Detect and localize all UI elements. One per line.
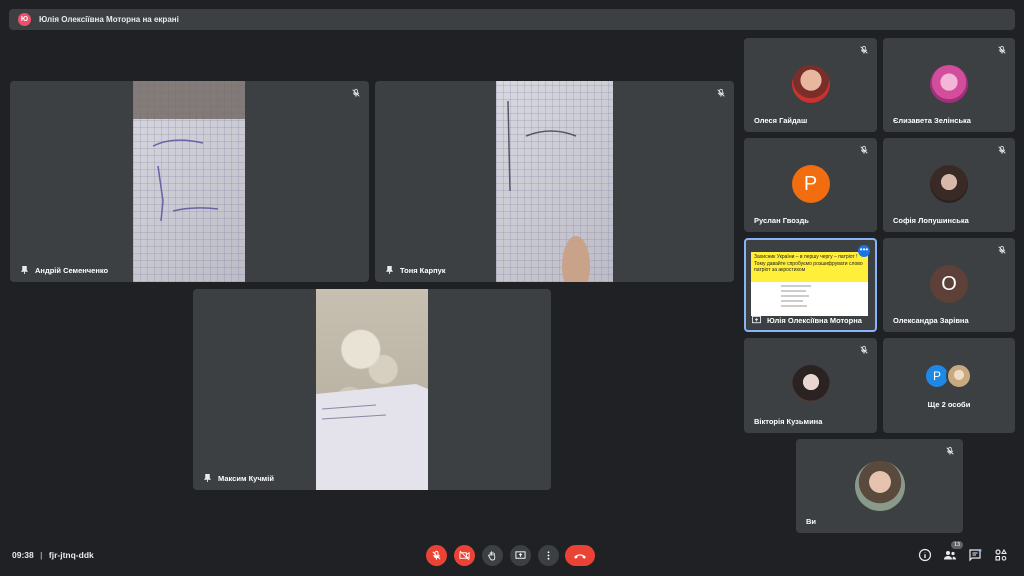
more-vert-icon [547, 551, 550, 560]
microphone-off-icon [860, 345, 868, 354]
participant-tile-ruslan[interactable]: Р Руслан Гвоздь [744, 138, 877, 232]
participant-photo [930, 65, 968, 103]
participant-tile-sofiia[interactable]: Софія Лопушинська [883, 138, 1015, 232]
meeting-code: fjr-jtnq-ddk [48, 550, 94, 560]
pin-icon [203, 473, 212, 483]
participant-name: Олександра Зарівна [893, 316, 969, 325]
notebook-writing [133, 81, 245, 222]
participant-photo [791, 65, 830, 103]
microphone-off-icon [860, 45, 868, 54]
pin-icon [385, 265, 394, 275]
separator: | [40, 550, 43, 560]
participant-tile-olesia[interactable]: Олеся Гайдаш [744, 38, 877, 132]
raise-hand-button[interactable] [482, 545, 503, 566]
participant-photo [854, 461, 905, 511]
participant-tile-andrii[interactable]: Андрій Семенченко [10, 81, 369, 282]
people-icon[interactable] [943, 548, 957, 562]
participant-tile-yelyzaveta[interactable]: Єлизавета Зелінська [883, 38, 1015, 132]
hand-icon [488, 551, 496, 561]
participant-letter-avatar: Р [791, 165, 830, 203]
more-participants-tile[interactable]: Р Ще 2 особи [883, 338, 1015, 433]
screen-share-icon [752, 315, 761, 324]
meeting-controls-bar: 09:38 | fjr-jtnq-ddk 13 [0, 536, 1024, 576]
presentation-banner-text: Юлія Олексіївна Моторна на екрані [39, 15, 179, 24]
microphone-off-icon [352, 88, 360, 97]
microphone-off-icon [998, 145, 1006, 154]
video-feed [316, 289, 428, 490]
participant-photo [930, 165, 968, 203]
meeting-info: 09:38 | fjr-jtnq-ddk [12, 550, 94, 560]
video-feed [496, 81, 613, 282]
participant-name: Юлія Олексіївна Моторна [767, 315, 862, 325]
present-icon [515, 551, 526, 559]
participant-tile-oleksandra[interactable]: О Олександра Зарівна [883, 238, 1015, 332]
shared-screen-thumbnail: Захисник України – в першу чергу – патрі… [751, 252, 868, 316]
participant-photo [946, 363, 972, 389]
notebook-corner [316, 384, 428, 490]
microphone-off-icon [946, 446, 954, 455]
participant-name: Олеся Гайдаш [754, 116, 808, 125]
participant-name: Вікторія Кузьмина [754, 417, 823, 426]
shared-screen-list [781, 285, 811, 307]
camera-off-icon [459, 550, 470, 561]
participant-name: Єлизавета Зелінська [893, 116, 971, 125]
participant-name: Андрій Семенченко [35, 265, 109, 275]
camera-toggle-button[interactable] [454, 545, 475, 566]
microphone-toggle-button[interactable] [426, 545, 447, 566]
shared-screen-text: Захисник України – в першу чергу – патрі… [751, 252, 868, 282]
info-icon[interactable] [918, 548, 932, 562]
microphone-off-icon [432, 550, 441, 560]
notebook-writing [507, 100, 590, 282]
participant-name: Софія Лопушинська [893, 216, 969, 225]
present-screen-button[interactable] [510, 545, 531, 566]
current-time: 09:38 [12, 550, 34, 560]
more-options-button[interactable] [538, 545, 559, 566]
self-view-tile[interactable]: Ви [796, 439, 963, 533]
more-options-icon[interactable]: ••• [858, 245, 870, 257]
phone-hangup-icon [574, 553, 586, 559]
participant-tile-maksym[interactable]: Максим Кучмій [193, 289, 551, 490]
participant-letter-avatar: О [930, 265, 968, 303]
video-feed [133, 81, 245, 282]
microphone-off-icon [998, 45, 1006, 54]
microphone-off-icon [998, 245, 1006, 254]
participant-name: Максим Кучмій [218, 473, 274, 483]
participant-name: Тоня Карпук [400, 265, 446, 275]
presenter-avatar: Ю [18, 13, 31, 26]
leave-call-button[interactable] [565, 545, 595, 566]
participant-name: Ви [806, 517, 817, 526]
participant-name: Руслан Гвоздь [754, 216, 809, 225]
activities-icon[interactable] [994, 548, 1008, 562]
presenter-screen-tile[interactable]: Захисник України – в першу чергу – патрі… [744, 238, 877, 332]
microphone-off-icon [860, 145, 868, 154]
people-count-badge: 13 [951, 541, 964, 549]
presentation-banner: Ю Юлія Олексіївна Моторна на екрані [9, 9, 1015, 30]
more-participants-label: Ще 2 особи [927, 400, 971, 409]
participant-tile-tonia[interactable]: Тоня Карпук [375, 81, 734, 282]
microphone-off-icon [717, 88, 725, 97]
pin-icon [20, 265, 29, 275]
participant-tile-viktoriia[interactable]: Вікторія Кузьмина [744, 338, 877, 433]
chat-icon[interactable] [968, 548, 982, 562]
participant-photo [791, 365, 830, 403]
